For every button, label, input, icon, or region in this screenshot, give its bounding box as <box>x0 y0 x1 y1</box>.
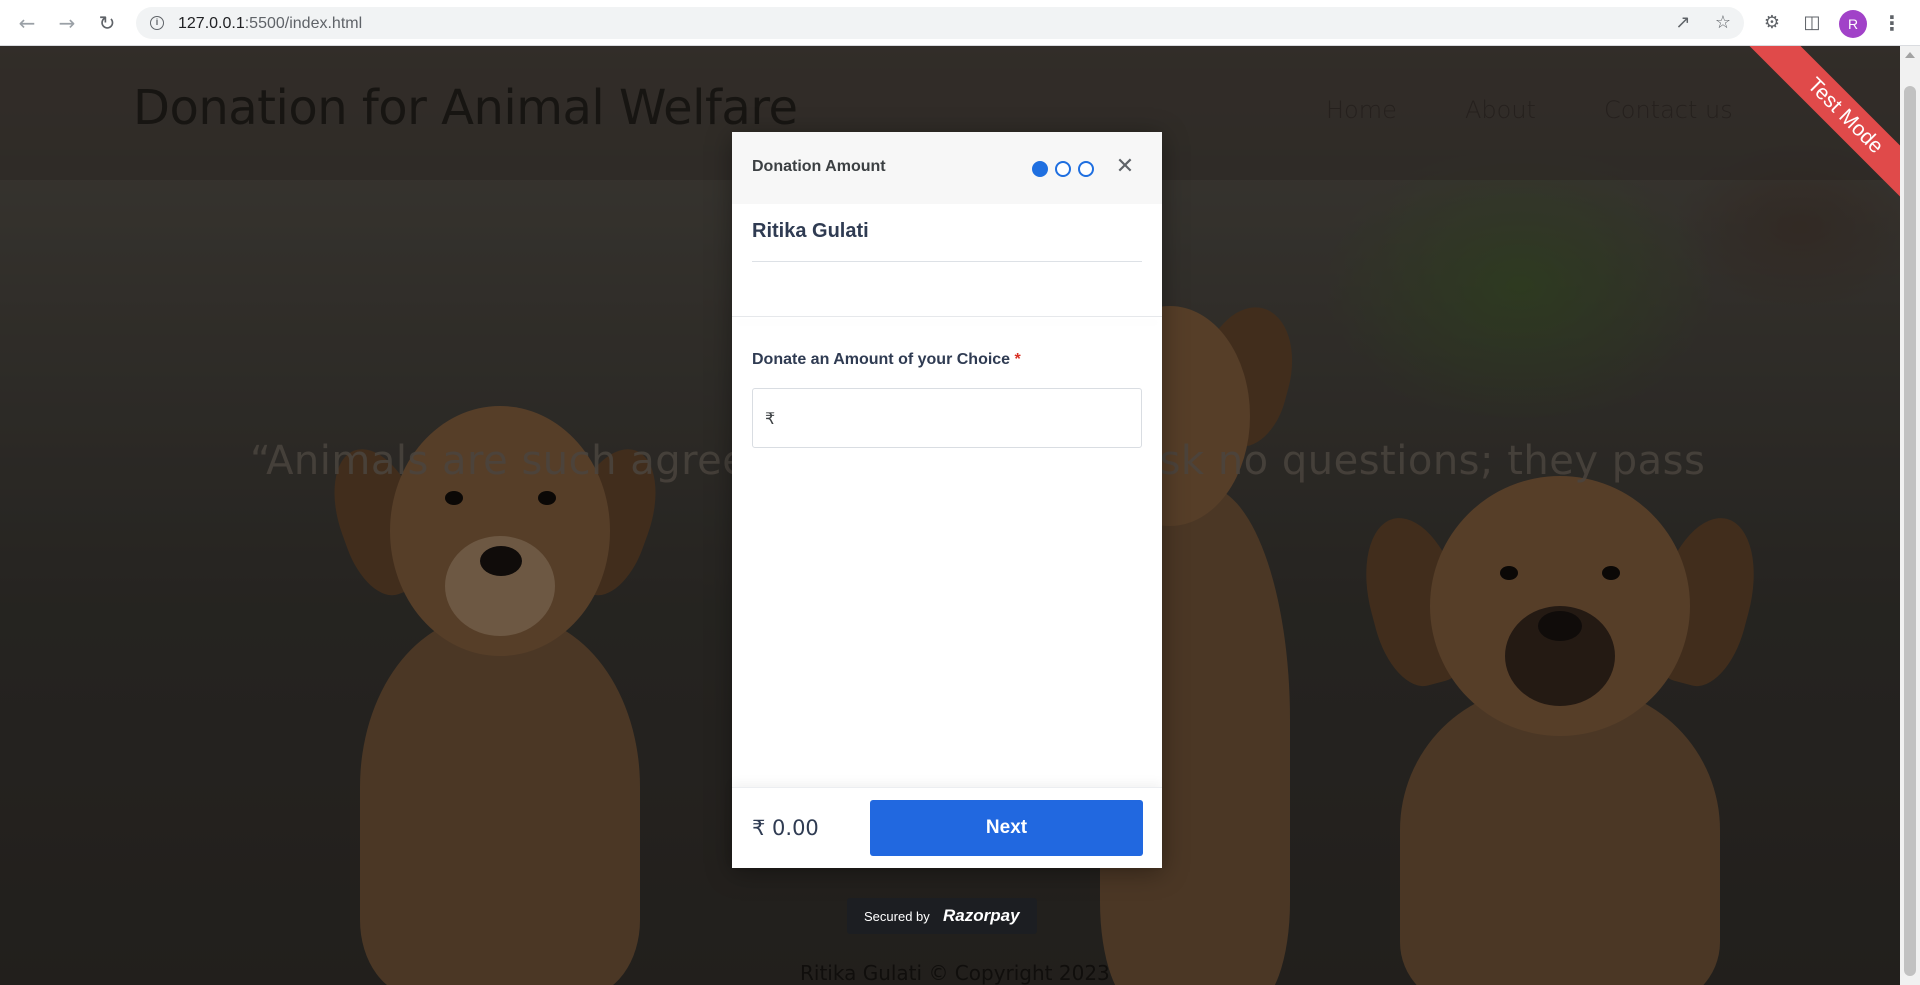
step-dot-1 <box>1032 161 1048 177</box>
back-arrow-icon[interactable]: ← <box>14 10 40 36</box>
test-mode-label: Test Mode <box>1740 46 1900 221</box>
section-divider <box>732 316 1162 317</box>
step-dot-2 <box>1055 161 1071 177</box>
payee-name: Ritika Gulati <box>752 220 869 242</box>
url-host: 127.0.0.1 <box>178 15 245 32</box>
step-dot-3 <box>1078 161 1094 177</box>
reload-icon[interactable]: ↻ <box>94 10 120 36</box>
extensions-icon[interactable]: ⚙ <box>1760 11 1784 35</box>
close-icon[interactable]: ✕ <box>1112 154 1138 180</box>
site-info-icon[interactable]: i <box>150 16 164 30</box>
required-marker: * <box>1014 351 1021 368</box>
url-text[interactable]: 127.0.0.1:5500/index.html <box>178 15 362 33</box>
scroll-up-icon[interactable] <box>1905 52 1915 58</box>
amount-field[interactable]: ₹ <box>752 388 1142 448</box>
address-bar[interactable]: i 127.0.0.1:5500/index.html ↗ ☆ <box>136 7 1744 39</box>
checkout-header: Donation Amount ✕ <box>732 132 1162 204</box>
forward-arrow-icon[interactable]: → <box>54 10 80 36</box>
amount-label-text: Donate an Amount of your Choice <box>752 351 1011 368</box>
browser-toolbar: ← → ↻ i 127.0.0.1:5500/index.html ↗ ☆ ⚙ … <box>0 0 1920 46</box>
page-scrollbar[interactable] <box>1900 46 1920 985</box>
test-mode-ribbon: Test Mode <box>1725 46 1900 221</box>
secured-by-badge: Secured by Razorpay <box>847 898 1037 934</box>
checkout-footer: ₹ 0.00 Next <box>732 787 1162 868</box>
amount-label: Donate an Amount of your Choice * <box>752 351 1021 369</box>
next-button[interactable]: Next <box>870 800 1143 856</box>
star-icon[interactable]: ☆ <box>1712 12 1734 34</box>
menu-icon[interactable]: ⋮ <box>1880 11 1904 35</box>
share-icon[interactable]: ↗ <box>1672 12 1694 34</box>
total-amount: ₹ 0.00 <box>752 816 819 840</box>
scrollbar-thumb[interactable] <box>1904 86 1916 976</box>
secured-by-text: Secured by <box>864 909 930 924</box>
profile-avatar[interactable]: R <box>1839 10 1867 38</box>
checkout-modal: Donation Amount ✕ Ritika Gulati Donate a… <box>732 132 1162 868</box>
side-panel-icon[interactable]: ◫ <box>1800 11 1824 35</box>
razorpay-logo: Razorpay <box>943 906 1020 925</box>
step-title: Donation Amount <box>752 158 886 175</box>
divider <box>752 261 1142 262</box>
amount-input[interactable] <box>785 401 1125 437</box>
rupee-icon: ₹ <box>765 409 776 428</box>
url-path: :5500/index.html <box>244 15 363 32</box>
